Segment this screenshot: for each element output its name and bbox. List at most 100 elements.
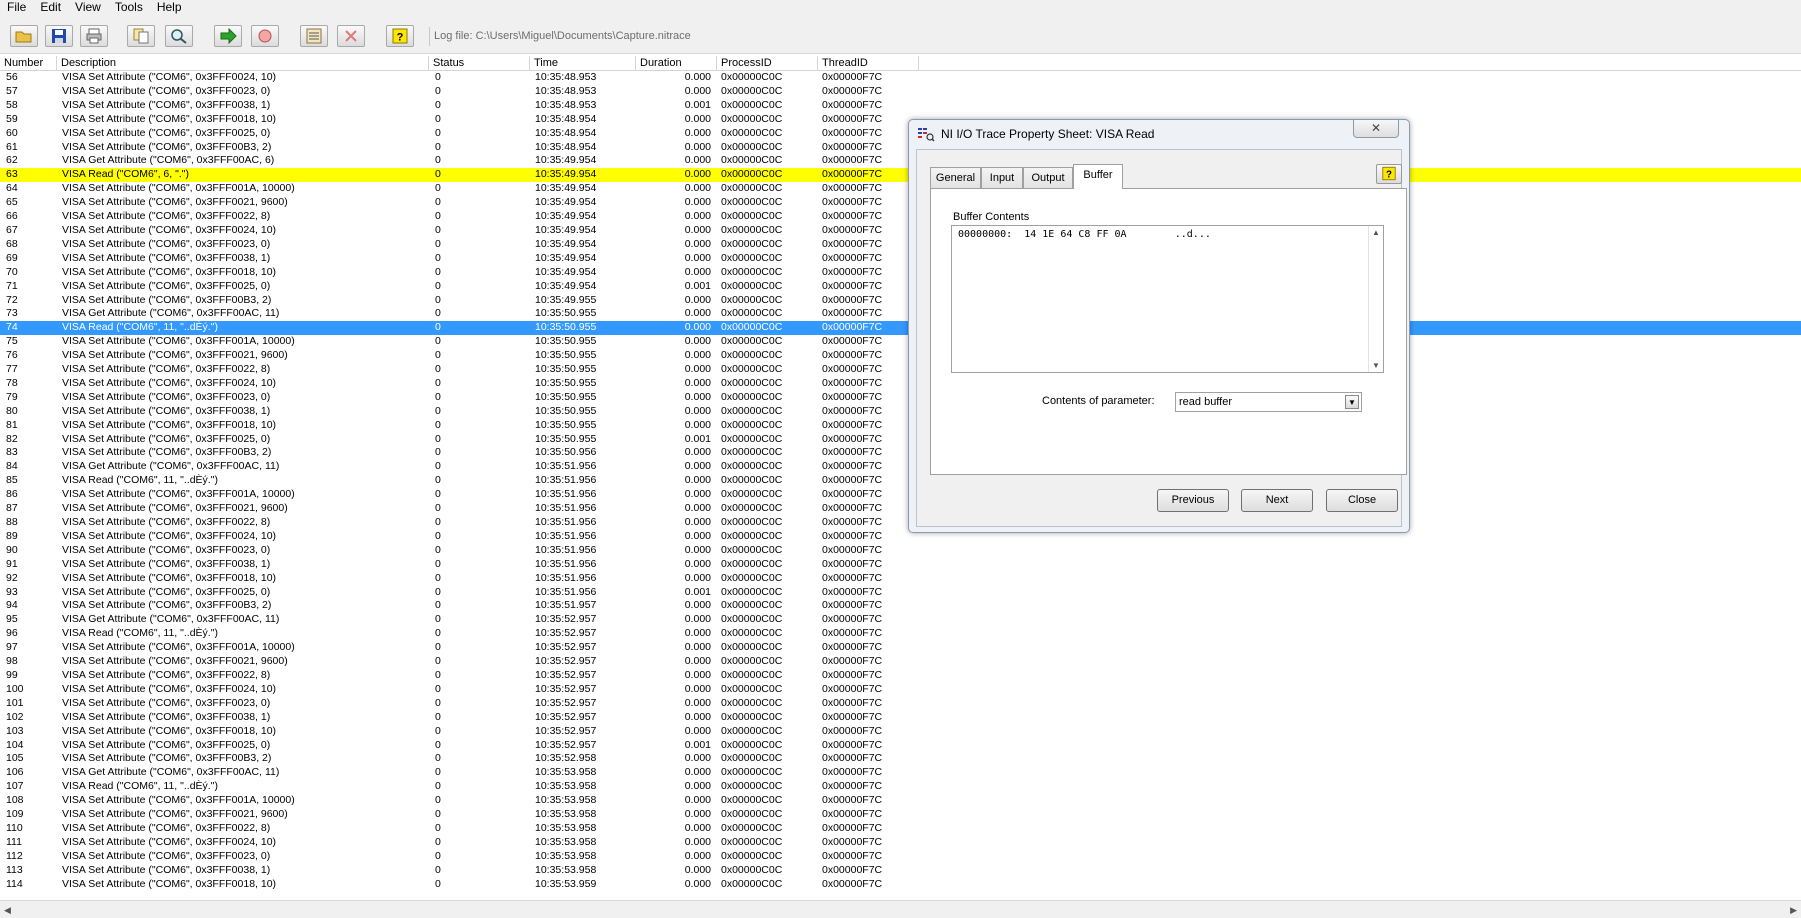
table-row[interactable]: 102 VISA Set Attribute ("COM6", 0x3FFF003… [0, 711, 1801, 725]
find-button[interactable] [165, 25, 193, 47]
table-row[interactable]: 111 VISA Set Attribute ("COM6", 0x3FFF002… [0, 836, 1801, 850]
table-row[interactable]: 95 VISA Get Attribute ("COM6", 0x3FFF00AC… [0, 613, 1801, 627]
table-row[interactable]: 107 VISA Read ("COM6", 11, "..dÈý.") 0 10:3… [0, 780, 1801, 794]
table-row[interactable]: 100 VISA Set Attribute ("COM6", 0x3FFF002… [0, 683, 1801, 697]
menu-tools[interactable]: Tools [108, 0, 150, 17]
table-row[interactable]: 72 VISA Set Attribute ("COM6", 0x3FFF00B3… [0, 294, 1801, 308]
table-row[interactable]: 106 VISA Get Attribute ("COM6", 0x3FFF00A… [0, 766, 1801, 780]
table-row[interactable]: 76 VISA Set Attribute ("COM6", 0x3FFF0021… [0, 349, 1801, 363]
open-button[interactable] [10, 25, 38, 47]
table-row[interactable]: 65 VISA Set Attribute ("COM6", 0x3FFF0021… [0, 196, 1801, 210]
table-row[interactable]: 112 VISA Set Attribute ("COM6", 0x3FFF002… [0, 850, 1801, 864]
dialog-close-icon[interactable]: ✕ [1353, 120, 1399, 138]
table-row[interactable]: 74 VISA Read ("COM6", 11, "..dÈý.") 0 10:35… [0, 321, 1801, 336]
table-row[interactable]: 66 VISA Set Attribute ("COM6", 0x3FFF0022… [0, 210, 1801, 224]
table-row[interactable]: 69 VISA Set Attribute ("COM6", 0x3FFF0038… [0, 252, 1801, 266]
table-row[interactable]: 98 VISA Set Attribute ("COM6", 0x3FFF0021… [0, 655, 1801, 669]
table-row[interactable]: 85 VISA Read ("COM6", 11, "..dÈý.") 0 10:35… [0, 474, 1801, 488]
copy-button[interactable] [127, 25, 155, 47]
delete-button[interactable] [337, 25, 365, 47]
table-row[interactable]: 96 VISA Read ("COM6", 11, "..dÈý.") 0 10:35… [0, 627, 1801, 641]
table-row[interactable]: 56 VISA Set Attribute ("COM6", 0x3FFF0024… [0, 71, 1801, 85]
menu-edit[interactable]: Edit [33, 0, 68, 17]
column-header-processid[interactable]: ProcessID [717, 56, 818, 70]
table-row[interactable]: 80 VISA Set Attribute ("COM6", 0x3FFF0038… [0, 405, 1801, 419]
column-header-status[interactable]: Status [429, 56, 530, 70]
table-row[interactable]: 67 VISA Set Attribute ("COM6", 0x3FFF0024… [0, 224, 1801, 238]
table-row[interactable]: 105 VISA Set Attribute ("COM6", 0x3FFF00B… [0, 752, 1801, 766]
scroll-up-icon[interactable]: ▲ [1372, 228, 1380, 237]
table-row[interactable]: 68 VISA Set Attribute ("COM6", 0x3FFF0023… [0, 238, 1801, 252]
column-header-number[interactable]: Number [0, 56, 57, 70]
table-row[interactable]: 58 VISA Set Attribute ("COM6", 0x3FFF0038… [0, 99, 1801, 113]
table-row[interactable]: 64 VISA Set Attribute ("COM6", 0x3FFF001A… [0, 182, 1801, 196]
table-row[interactable]: 75 VISA Set Attribute ("COM6", 0x3FFF001A… [0, 335, 1801, 349]
properties-button[interactable] [300, 25, 328, 47]
menu-view[interactable]: View [68, 0, 108, 17]
tab-output[interactable]: Output [1023, 167, 1073, 188]
table-row[interactable]: 90 VISA Set Attribute ("COM6", 0x3FFF0023… [0, 544, 1801, 558]
table-row[interactable]: 103 VISA Set Attribute ("COM6", 0x3FFF001… [0, 725, 1801, 739]
table-row[interactable]: 63 VISA Read ("COM6", 6, ".") 0 10:35:49.95… [0, 168, 1801, 183]
table-row[interactable]: 83 VISA Set Attribute ("COM6", 0x3FFF00B3… [0, 446, 1801, 460]
close-button[interactable]: Close [1326, 489, 1398, 512]
table-row[interactable]: 79 VISA Set Attribute ("COM6", 0x3FFF0023… [0, 391, 1801, 405]
table-row[interactable]: 57 VISA Set Attribute ("COM6", 0x3FFF0023… [0, 85, 1801, 99]
table-row[interactable]: 101 VISA Set Attribute ("COM6", 0x3FFF002… [0, 697, 1801, 711]
buffer-contents-box[interactable]: 00000000: 14 1E 64 C8 FF 0A ..d... ▲ ▼ [951, 225, 1384, 373]
table-row[interactable]: 97 VISA Set Attribute ("COM6", 0x3FFF001A… [0, 641, 1801, 655]
menu-file[interactable]: File [0, 0, 33, 17]
scroll-left-icon[interactable]: ◀ [4, 905, 11, 916]
table-row[interactable]: 61 VISA Set Attribute ("COM6", 0x3FFF00B3… [0, 141, 1801, 155]
table-row[interactable]: 59 VISA Set Attribute ("COM6", 0x3FFF0018… [0, 113, 1801, 127]
table-row[interactable]: 113 VISA Set Attribute ("COM6", 0x3FFF003… [0, 864, 1801, 878]
table-row[interactable]: 88 VISA Set Attribute ("COM6", 0x3FFF0022… [0, 516, 1801, 530]
table-row[interactable]: 99 VISA Set Attribute ("COM6", 0x3FFF0022… [0, 669, 1801, 683]
table-row[interactable]: 110 VISA Set Attribute ("COM6", 0x3FFF002… [0, 822, 1801, 836]
stop-capture-button[interactable] [251, 25, 279, 47]
table-row[interactable]: 87 VISA Set Attribute ("COM6", 0x3FFF0021… [0, 502, 1801, 516]
table-row[interactable]: 104 VISA Set Attribute ("COM6", 0x3FFF002… [0, 739, 1801, 753]
table-row[interactable]: 71 VISA Set Attribute ("COM6", 0x3FFF0025… [0, 280, 1801, 294]
table-row[interactable]: 91 VISA Set Attribute ("COM6", 0x3FFF0038… [0, 558, 1801, 572]
table-row[interactable]: 86 VISA Set Attribute ("COM6", 0x3FFF001A… [0, 488, 1801, 502]
column-header-description[interactable]: Description [57, 56, 429, 70]
table-row[interactable]: 109 VISA Set Attribute ("COM6", 0x3FFF002… [0, 808, 1801, 822]
menu-help[interactable]: Help [150, 0, 189, 17]
table-row[interactable]: 114 VISA Set Attribute ("COM6", 0x3FFF001… [0, 878, 1801, 892]
table-row[interactable]: 70 VISA Set Attribute ("COM6", 0x3FFF0018… [0, 266, 1801, 280]
column-header-threadid[interactable]: ThreadID [818, 56, 919, 70]
scroll-right-icon[interactable]: ▶ [1790, 905, 1797, 916]
table-row[interactable]: 94 VISA Set Attribute ("COM6", 0x3FFF00B3… [0, 599, 1801, 613]
parameter-select[interactable]: read buffer ▼ [1175, 392, 1362, 412]
help-button[interactable]: ? [386, 25, 414, 47]
table-row[interactable]: 73 VISA Get Attribute ("COM6", 0x3FFF00AC… [0, 307, 1801, 321]
table-row[interactable]: 78 VISA Set Attribute ("COM6", 0x3FFF0024… [0, 377, 1801, 391]
table-row[interactable]: 60 VISA Set Attribute ("COM6", 0x3FFF0025… [0, 127, 1801, 141]
table-row[interactable]: 89 VISA Set Attribute ("COM6", 0x3FFF0024… [0, 530, 1801, 544]
table-row[interactable]: 77 VISA Set Attribute ("COM6", 0x3FFF0022… [0, 363, 1801, 377]
table-row[interactable]: 82 VISA Set Attribute ("COM6", 0x3FFF0025… [0, 433, 1801, 447]
table-row[interactable]: 93 VISA Set Attribute ("COM6", 0x3FFF0025… [0, 586, 1801, 600]
next-button[interactable]: Next [1241, 489, 1313, 512]
table-row[interactable]: 84 VISA Get Attribute ("COM6", 0x3FFF00AC… [0, 460, 1801, 474]
table-row[interactable]: 62 VISA Get Attribute ("COM6", 0x3FFF00AC… [0, 154, 1801, 168]
table-row[interactable]: 108 VISA Set Attribute ("COM6", 0x3FFF001… [0, 794, 1801, 808]
scroll-down-icon[interactable]: ▼ [1372, 361, 1380, 370]
table-row[interactable]: 92 VISA Set Attribute ("COM6", 0x3FFF0018… [0, 572, 1801, 586]
tab-buffer[interactable]: Buffer [1073, 164, 1123, 189]
print-button[interactable] [80, 25, 108, 47]
column-header-time[interactable]: Time [530, 56, 636, 70]
chevron-down-icon[interactable]: ▼ [1345, 395, 1359, 409]
tab-input[interactable]: Input [981, 167, 1023, 188]
previous-button[interactable]: Previous [1157, 489, 1229, 512]
trace-list[interactable]: Number Description Status Time Duration … [0, 56, 1801, 900]
dialog-help-button[interactable]: ? [1376, 164, 1402, 184]
buffer-scrollbar[interactable]: ▲ ▼ [1368, 226, 1383, 372]
tab-general[interactable]: General [930, 167, 981, 188]
table-row[interactable]: 81 VISA Set Attribute ("COM6", 0x3FFF0018… [0, 419, 1801, 433]
column-header-duration[interactable]: Duration [636, 56, 717, 70]
start-capture-button[interactable] [214, 25, 242, 47]
save-button[interactable] [45, 25, 73, 47]
horizontal-scrollbar[interactable]: ◀ ▶ [0, 900, 1801, 918]
